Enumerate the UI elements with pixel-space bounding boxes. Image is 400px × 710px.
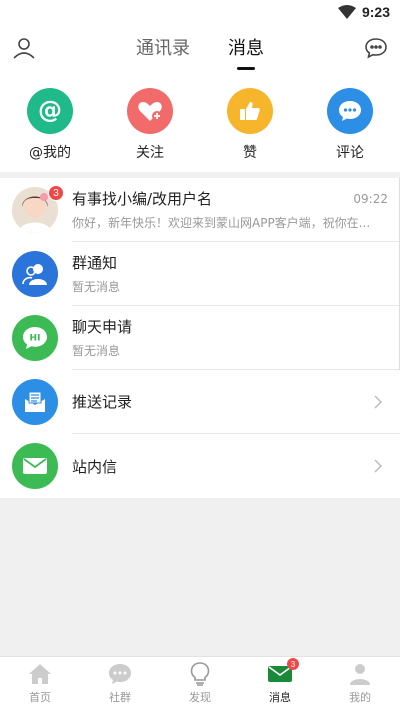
message-row-editor[interactable]: 3 有事找小编/改用户名 09:22 你好，新年快乐！欢迎来到蒙山网APP客户端… (0, 178, 400, 242)
message-time: 09:22 (353, 191, 388, 206)
nav-badge: 3 (287, 658, 299, 670)
profile-icon[interactable] (10, 34, 38, 62)
message-list: 3 有事找小编/改用户名 09:22 你好，新年快乐！欢迎来到蒙山网APP客户端… (0, 178, 400, 370)
quick-follow[interactable]: 关注 (110, 88, 190, 162)
nav-label: 发现 (189, 691, 211, 704)
at-icon: @ (27, 88, 73, 134)
menu-title: 推送记录 (72, 393, 133, 411)
tab-contacts[interactable]: 通讯录 (136, 34, 190, 68)
quick-like[interactable]: 赞 (210, 88, 290, 162)
menu-inbox[interactable]: 站内信 (0, 434, 400, 498)
nav-messages[interactable]: 3 消息 (240, 657, 320, 710)
bulb-icon (187, 662, 213, 686)
nav-community[interactable]: 社群 (80, 657, 160, 710)
message-row-group-notice[interactable]: 群通知 暂无消息 (0, 242, 400, 306)
group-icon (12, 251, 58, 297)
message-preview: 暂无消息 (72, 344, 121, 358)
quick-actions: @ @我的 关注 赞 评论 (0, 72, 400, 172)
profile-icon (347, 662, 373, 686)
quick-label: 关注 (136, 145, 164, 161)
quick-comment[interactable]: 评论 (310, 88, 390, 162)
status-bar: 9:23 (0, 0, 400, 24)
nav-label: 消息 (269, 691, 291, 704)
header: 通讯录 消息 (0, 24, 400, 72)
message-icon: 3 (267, 658, 299, 686)
status-time: 9:23 (361, 4, 390, 20)
quick-label: 评论 (336, 145, 364, 161)
bottom-nav: 首页 社群 发现 3 消息 我的 (0, 656, 400, 710)
push-record-icon (12, 379, 58, 425)
home-icon (27, 662, 53, 686)
message-preview: 你好，新年快乐！欢迎来到蒙山网APP客户端，祝你在... (72, 216, 371, 230)
unread-badge: 3 (48, 185, 64, 201)
nav-discover[interactable]: 发现 (160, 657, 240, 710)
heart-plus-icon (127, 88, 173, 134)
chat-bubble-icon (327, 88, 373, 134)
nav-home[interactable]: 首页 (0, 657, 80, 710)
chevron-right-icon (374, 459, 382, 473)
tab-messages[interactable]: 消息 (228, 34, 264, 68)
mail-icon (12, 443, 58, 489)
community-icon (107, 662, 133, 686)
hi-chat-icon: HI (12, 315, 58, 361)
quick-label: 赞 (243, 145, 257, 161)
message-title: 群通知 (72, 254, 118, 272)
quick-label: @我的 (29, 145, 71, 161)
nav-label: 社群 (109, 691, 131, 704)
nav-label: 首页 (29, 691, 51, 704)
svg-text:HI: HI (30, 334, 41, 344)
thumbs-up-icon (227, 88, 273, 134)
chat-settings-icon[interactable] (362, 34, 390, 62)
nav-profile[interactable]: 我的 (320, 657, 400, 710)
menu-title: 站内信 (72, 457, 118, 476)
message-title: 有事找小编/改用户名 (72, 190, 213, 208)
nav-label: 我的 (349, 691, 371, 704)
wifi-icon (337, 5, 356, 19)
menu-list: 推送记录 站内信 (0, 370, 400, 498)
message-title: 聊天申请 (72, 318, 133, 336)
svg-text:@: @ (38, 97, 62, 124)
message-row-chat-request[interactable]: HI 聊天申请 暂无消息 (0, 306, 400, 370)
message-preview: 暂无消息 (72, 280, 121, 294)
tab-bar: 通讯录 消息 (136, 34, 264, 68)
menu-push-record[interactable]: 推送记录 (0, 370, 400, 434)
chevron-right-icon (374, 395, 382, 409)
quick-at-me[interactable]: @ @我的 (10, 88, 90, 162)
